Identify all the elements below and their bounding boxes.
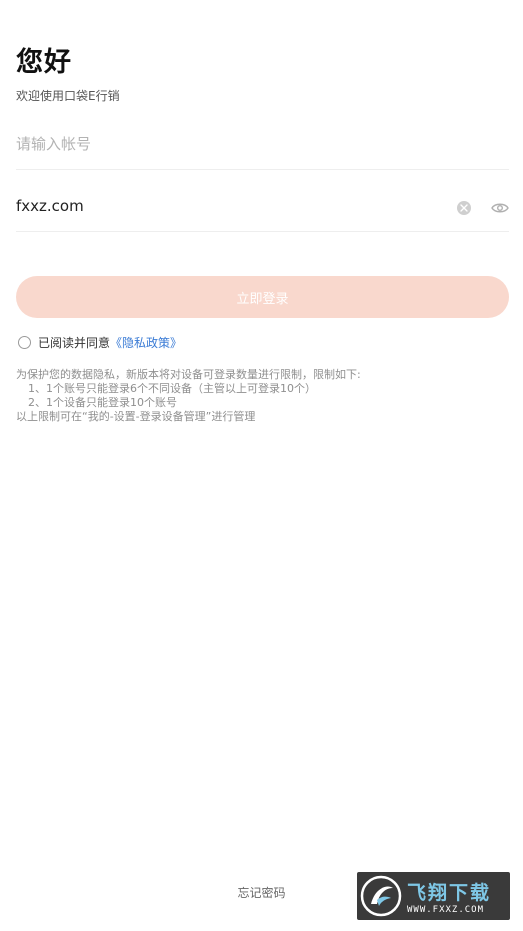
watermark-url: WWW.FXXZ.COM <box>407 904 485 915</box>
account-field <box>16 120 509 170</box>
agreement-text: 已阅读并同意 <box>38 336 111 350</box>
password-input[interactable] <box>16 190 436 222</box>
notice-line: 为保护您的数据隐私，新版本将对设备可登录数量进行限制，限制如下: <box>16 368 361 381</box>
site-watermark: 飞翔下载 WWW.FXXZ.COM <box>357 872 510 920</box>
agreement-row: 已阅读并同意 《隐私政策》 <box>18 334 182 351</box>
watermark-title: 飞翔下载 <box>407 881 492 904</box>
agreement-radio[interactable] <box>18 336 31 349</box>
login-page: 您好 欢迎使用口袋E行销 立即登录 已阅读并同意 《隐私政策》 为保护您的数据隐… <box>0 0 523 931</box>
watermark-logo-icon <box>360 875 402 917</box>
page-title: 您好 <box>16 47 72 78</box>
login-button[interactable]: 立即登录 <box>16 276 509 318</box>
password-field <box>16 182 509 232</box>
device-limit-notice: 为保护您的数据隐私，新版本将对设备可登录数量进行限制，限制如下: 1、1个账号只… <box>16 368 361 424</box>
eye-icon[interactable] <box>491 200 509 214</box>
welcome-subtitle: 欢迎使用口袋E行销 <box>16 89 120 103</box>
notice-line: 2、1个设备只能登录10个账号 <box>28 396 177 409</box>
notice-line: 以上限制可在“我的-设置-登录设备管理”进行管理 <box>16 410 256 423</box>
clear-icon[interactable] <box>457 201 471 215</box>
privacy-policy-link[interactable]: 《隐私政策》 <box>110 334 182 351</box>
notice-line: 1、1个账号只能登录6个不同设备（主管以上可登录10个） <box>28 382 316 395</box>
account-input[interactable] <box>16 128 436 160</box>
